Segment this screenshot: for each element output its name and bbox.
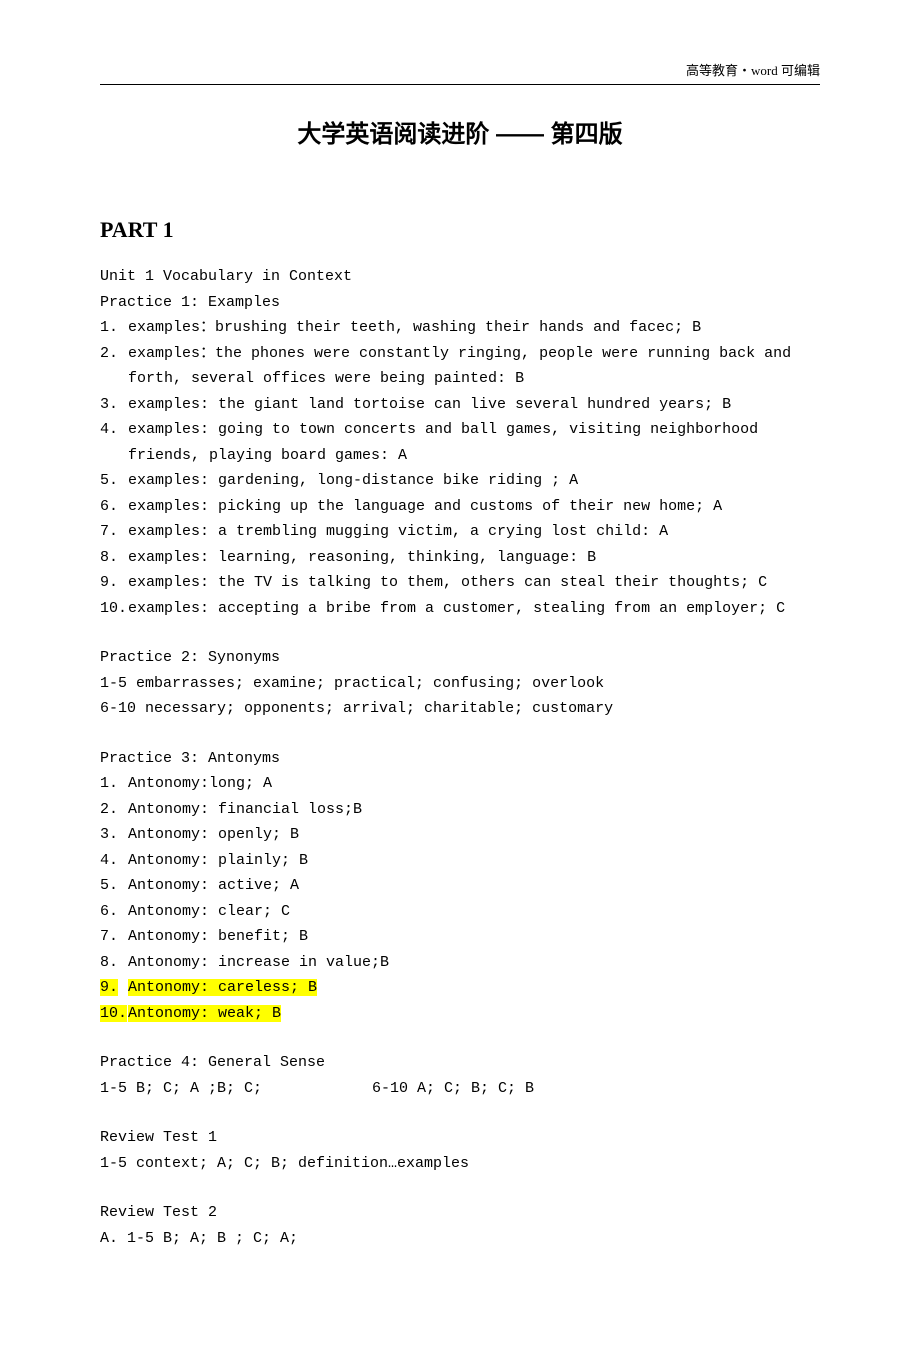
item-text: Antonomy: plainly; B bbox=[128, 848, 820, 874]
list-item: 8.examples: learning, reasoning, thinkin… bbox=[100, 545, 820, 571]
list-item: 2.Antonomy: financial loss;B bbox=[100, 797, 820, 823]
item-text: Antonomy: benefit; B bbox=[128, 924, 820, 950]
item-text: examples: going to town concerts and bal… bbox=[128, 417, 820, 468]
review-test-2-line: A. 1-5 B; A; B ; C; A; bbox=[100, 1226, 820, 1252]
page-header: 高等教育・word 可编辑 bbox=[100, 60, 820, 82]
item-text: examples: the TV is talking to them, oth… bbox=[128, 570, 820, 596]
item-text: Antonomy: active; A bbox=[128, 873, 820, 899]
practice-2-line-1: 1-5 embarrasses; examine; practical; con… bbox=[100, 671, 820, 697]
item-number: 4. bbox=[100, 848, 128, 874]
item-number: 5. bbox=[100, 468, 128, 494]
list-item: 2.examples：the phones were constantly ri… bbox=[100, 341, 820, 392]
item-number: 6. bbox=[100, 899, 128, 925]
item-text: examples：the phones were constantly ring… bbox=[128, 341, 820, 392]
item-number: 7. bbox=[100, 519, 128, 545]
practice-3-heading: Practice 3: Antonyms bbox=[100, 746, 820, 772]
item-text: examples: gardening, long-distance bike … bbox=[128, 468, 820, 494]
part-heading: PART 1 bbox=[100, 211, 820, 248]
item-number: 8. bbox=[100, 950, 128, 976]
list-item: 3.examples: the giant land tortoise can … bbox=[100, 392, 820, 418]
item-number: 5. bbox=[100, 873, 128, 899]
item-number: 1. bbox=[100, 315, 128, 341]
practice-4-left: 1-5 B; C; A ;B; C; bbox=[100, 1080, 262, 1097]
list-item: 10.Antonomy: weak; B bbox=[100, 1001, 820, 1027]
list-item: 6.Antonomy: clear; C bbox=[100, 899, 820, 925]
list-item: 1.examples：brushing their teeth, washing… bbox=[100, 315, 820, 341]
item-number: 2. bbox=[100, 341, 128, 367]
practice-3-list: 1.Antonomy:long; A2.Antonomy: financial … bbox=[100, 771, 820, 1026]
list-item: 4.Antonomy: plainly; B bbox=[100, 848, 820, 874]
review-test-2-heading: Review Test 2 bbox=[100, 1200, 820, 1226]
document-title: 大学英语阅读进阶 —— 第四版 bbox=[100, 115, 820, 156]
review-test-2-section: Review Test 2 A. 1-5 B; A; B ; C; A; bbox=[100, 1200, 820, 1251]
item-text: examples: accepting a bribe from a custo… bbox=[128, 596, 820, 622]
item-text: Antonomy:long; A bbox=[128, 771, 820, 797]
item-number: 4. bbox=[100, 417, 128, 443]
item-number: 8. bbox=[100, 545, 128, 571]
item-text: examples: learning, reasoning, thinking,… bbox=[128, 545, 820, 571]
practice-4-right: 6-10 A; C; B; C; B bbox=[372, 1080, 534, 1097]
practice-2-heading: Practice 2: Synonyms bbox=[100, 645, 820, 671]
item-text: Antonomy: weak; B bbox=[128, 1001, 820, 1027]
practice-1-list: 1.examples：brushing their teeth, washing… bbox=[100, 315, 820, 621]
item-number: 10. bbox=[100, 1001, 128, 1027]
practice-2-section: Practice 2: Synonyms 1-5 embarrasses; ex… bbox=[100, 645, 820, 722]
item-text: examples: a trembling mugging victim, a … bbox=[128, 519, 820, 545]
item-number: 7. bbox=[100, 924, 128, 950]
list-item: 10.examples: accepting a bribe from a cu… bbox=[100, 596, 820, 622]
header-word: word bbox=[751, 63, 778, 78]
header-divider bbox=[100, 84, 820, 85]
practice-1-section: Practice 1: Examples 1.examples：brushing… bbox=[100, 290, 820, 622]
item-number: 3. bbox=[100, 392, 128, 418]
practice-4-heading: Practice 4: General Sense bbox=[100, 1050, 820, 1076]
item-number: 9. bbox=[100, 570, 128, 596]
review-test-1-section: Review Test 1 1-5 context; A; C; B; defi… bbox=[100, 1125, 820, 1176]
item-text: examples: the giant land tortoise can li… bbox=[128, 392, 820, 418]
list-item: 9.examples: the TV is talking to them, o… bbox=[100, 570, 820, 596]
item-text: examples: picking up the language and cu… bbox=[128, 494, 820, 520]
item-text: Antonomy: financial loss;B bbox=[128, 797, 820, 823]
item-number: 1. bbox=[100, 771, 128, 797]
item-text: Antonomy: increase in value;B bbox=[128, 950, 820, 976]
item-number: 10. bbox=[100, 596, 128, 622]
list-item: 4.examples: going to town concerts and b… bbox=[100, 417, 820, 468]
item-text: Antonomy: clear; C bbox=[128, 899, 820, 925]
practice-1-heading: Practice 1: Examples bbox=[100, 290, 820, 316]
header-cn: 高等教育・ bbox=[686, 63, 751, 78]
list-item: 1.Antonomy:long; A bbox=[100, 771, 820, 797]
item-number: 2. bbox=[100, 797, 128, 823]
list-item: 5.examples: gardening, long-distance bik… bbox=[100, 468, 820, 494]
review-test-1-heading: Review Test 1 bbox=[100, 1125, 820, 1151]
list-item: 7.Antonomy: benefit; B bbox=[100, 924, 820, 950]
practice-4-section: Practice 4: General Sense 1-5 B; C; A ;B… bbox=[100, 1050, 820, 1101]
item-number: 9. bbox=[100, 975, 128, 1001]
list-item: 3.Antonomy: openly; B bbox=[100, 822, 820, 848]
unit-line: Unit 1 Vocabulary in Context bbox=[100, 264, 820, 290]
item-text: examples：brushing their teeth, washing t… bbox=[128, 315, 820, 341]
item-text: Antonomy: careless; B bbox=[128, 975, 820, 1001]
practice-4-answers: 1-5 B; C; A ;B; C; 6-10 A; C; B; C; B bbox=[100, 1076, 820, 1102]
list-item: 7.examples: a trembling mugging victim, … bbox=[100, 519, 820, 545]
item-number: 6. bbox=[100, 494, 128, 520]
header-editable: 可编辑 bbox=[778, 63, 820, 78]
review-test-1-line: 1-5 context; A; C; B; definition…example… bbox=[100, 1151, 820, 1177]
list-item: 5.Antonomy: active; A bbox=[100, 873, 820, 899]
practice-3-section: Practice 3: Antonyms 1.Antonomy:long; A2… bbox=[100, 746, 820, 1027]
item-number: 3. bbox=[100, 822, 128, 848]
practice-2-line-2: 6-10 necessary; opponents; arrival; char… bbox=[100, 696, 820, 722]
list-item: 6.examples: picking up the language and … bbox=[100, 494, 820, 520]
item-text: Antonomy: openly; B bbox=[128, 822, 820, 848]
list-item: 8.Antonomy: increase in value;B bbox=[100, 950, 820, 976]
list-item: 9.Antonomy: careless; B bbox=[100, 975, 820, 1001]
